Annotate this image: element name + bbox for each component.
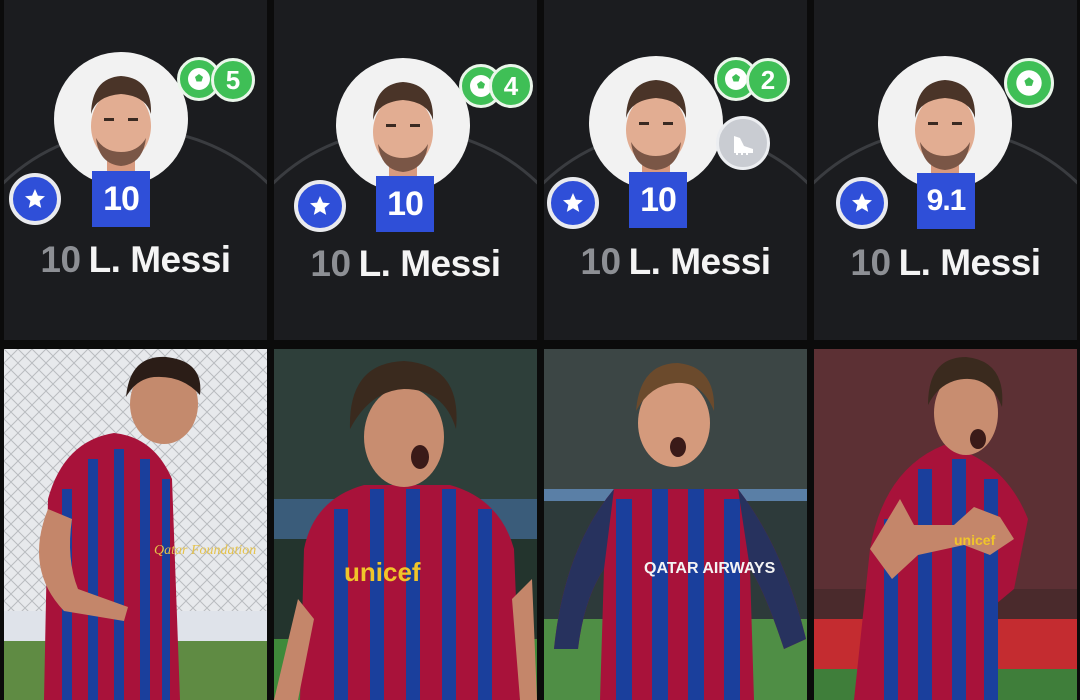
messi-rating-collage: 5 10 10 L. Messi 4 10 10 L. Messi 2 10 1… bbox=[0, 0, 1080, 700]
shirt-sponsor-text: unicef bbox=[344, 557, 421, 587]
shirt-number: 10 bbox=[850, 242, 891, 283]
player-card-1[interactable]: 5 10 10 L. Messi bbox=[4, 0, 267, 340]
player-card-2[interactable]: 4 10 10 L. Messi bbox=[274, 0, 537, 340]
celebration-photo-2: unicef bbox=[274, 349, 537, 700]
top-performer-star-badge bbox=[547, 177, 599, 229]
shirt-number: 10 bbox=[310, 243, 351, 284]
shirt-number: 10 bbox=[580, 241, 621, 282]
celebration-photo-1: Qatar Foundation bbox=[4, 349, 267, 700]
goal-count-badge: 5 bbox=[211, 58, 255, 102]
match-rating: 10 bbox=[629, 172, 687, 228]
goal-ball-badge bbox=[1004, 58, 1054, 108]
shirt-sponsor-text: Qatar Foundation bbox=[154, 543, 256, 558]
star-icon bbox=[852, 193, 872, 212]
top-performer-star-badge bbox=[294, 180, 346, 232]
celebration-photo-3: QATAR AIRWAYS bbox=[544, 349, 807, 700]
star-icon bbox=[310, 196, 330, 215]
goal-count-badge: 4 bbox=[489, 64, 533, 108]
football-icon bbox=[1016, 70, 1042, 96]
player-name: L. Messi bbox=[628, 241, 772, 282]
shirt-number: 10 bbox=[40, 239, 81, 280]
player-name: L. Messi bbox=[88, 239, 232, 280]
player-card-4[interactable]: 9.1 10 L. Messi bbox=[814, 0, 1077, 340]
celebration-photo-4: unicef bbox=[814, 349, 1077, 700]
assist-badge bbox=[716, 116, 770, 170]
top-performer-star-badge bbox=[836, 177, 888, 229]
shirt-sponsor-text: QATAR AIRWAYS bbox=[644, 560, 776, 577]
boot-icon bbox=[734, 136, 753, 155]
player-card-3[interactable]: 2 10 10 L. Messi bbox=[544, 0, 807, 340]
top-performer-star-badge bbox=[9, 173, 61, 225]
match-rating: 9.1 bbox=[917, 173, 975, 229]
football-icon bbox=[188, 68, 210, 90]
player-avatar bbox=[878, 56, 1012, 190]
player-name-line: 10 L. Messi bbox=[4, 238, 267, 282]
goal-count-badge: 2 bbox=[746, 58, 790, 102]
player-name-line: 10 L. Messi bbox=[274, 242, 537, 286]
player-name: L. Messi bbox=[898, 242, 1042, 283]
player-name-line: 10 L. Messi bbox=[544, 240, 807, 284]
star-icon bbox=[25, 189, 45, 208]
player-name: L. Messi bbox=[358, 243, 502, 284]
player-name-line: 10 L. Messi bbox=[814, 241, 1077, 285]
shirt-sponsor-text: unicef bbox=[954, 532, 996, 548]
player-avatar bbox=[54, 52, 188, 186]
player-avatar bbox=[589, 56, 723, 190]
player-avatar bbox=[336, 58, 470, 192]
star-icon bbox=[563, 193, 583, 212]
match-rating: 10 bbox=[92, 171, 150, 227]
match-rating: 10 bbox=[376, 176, 434, 232]
